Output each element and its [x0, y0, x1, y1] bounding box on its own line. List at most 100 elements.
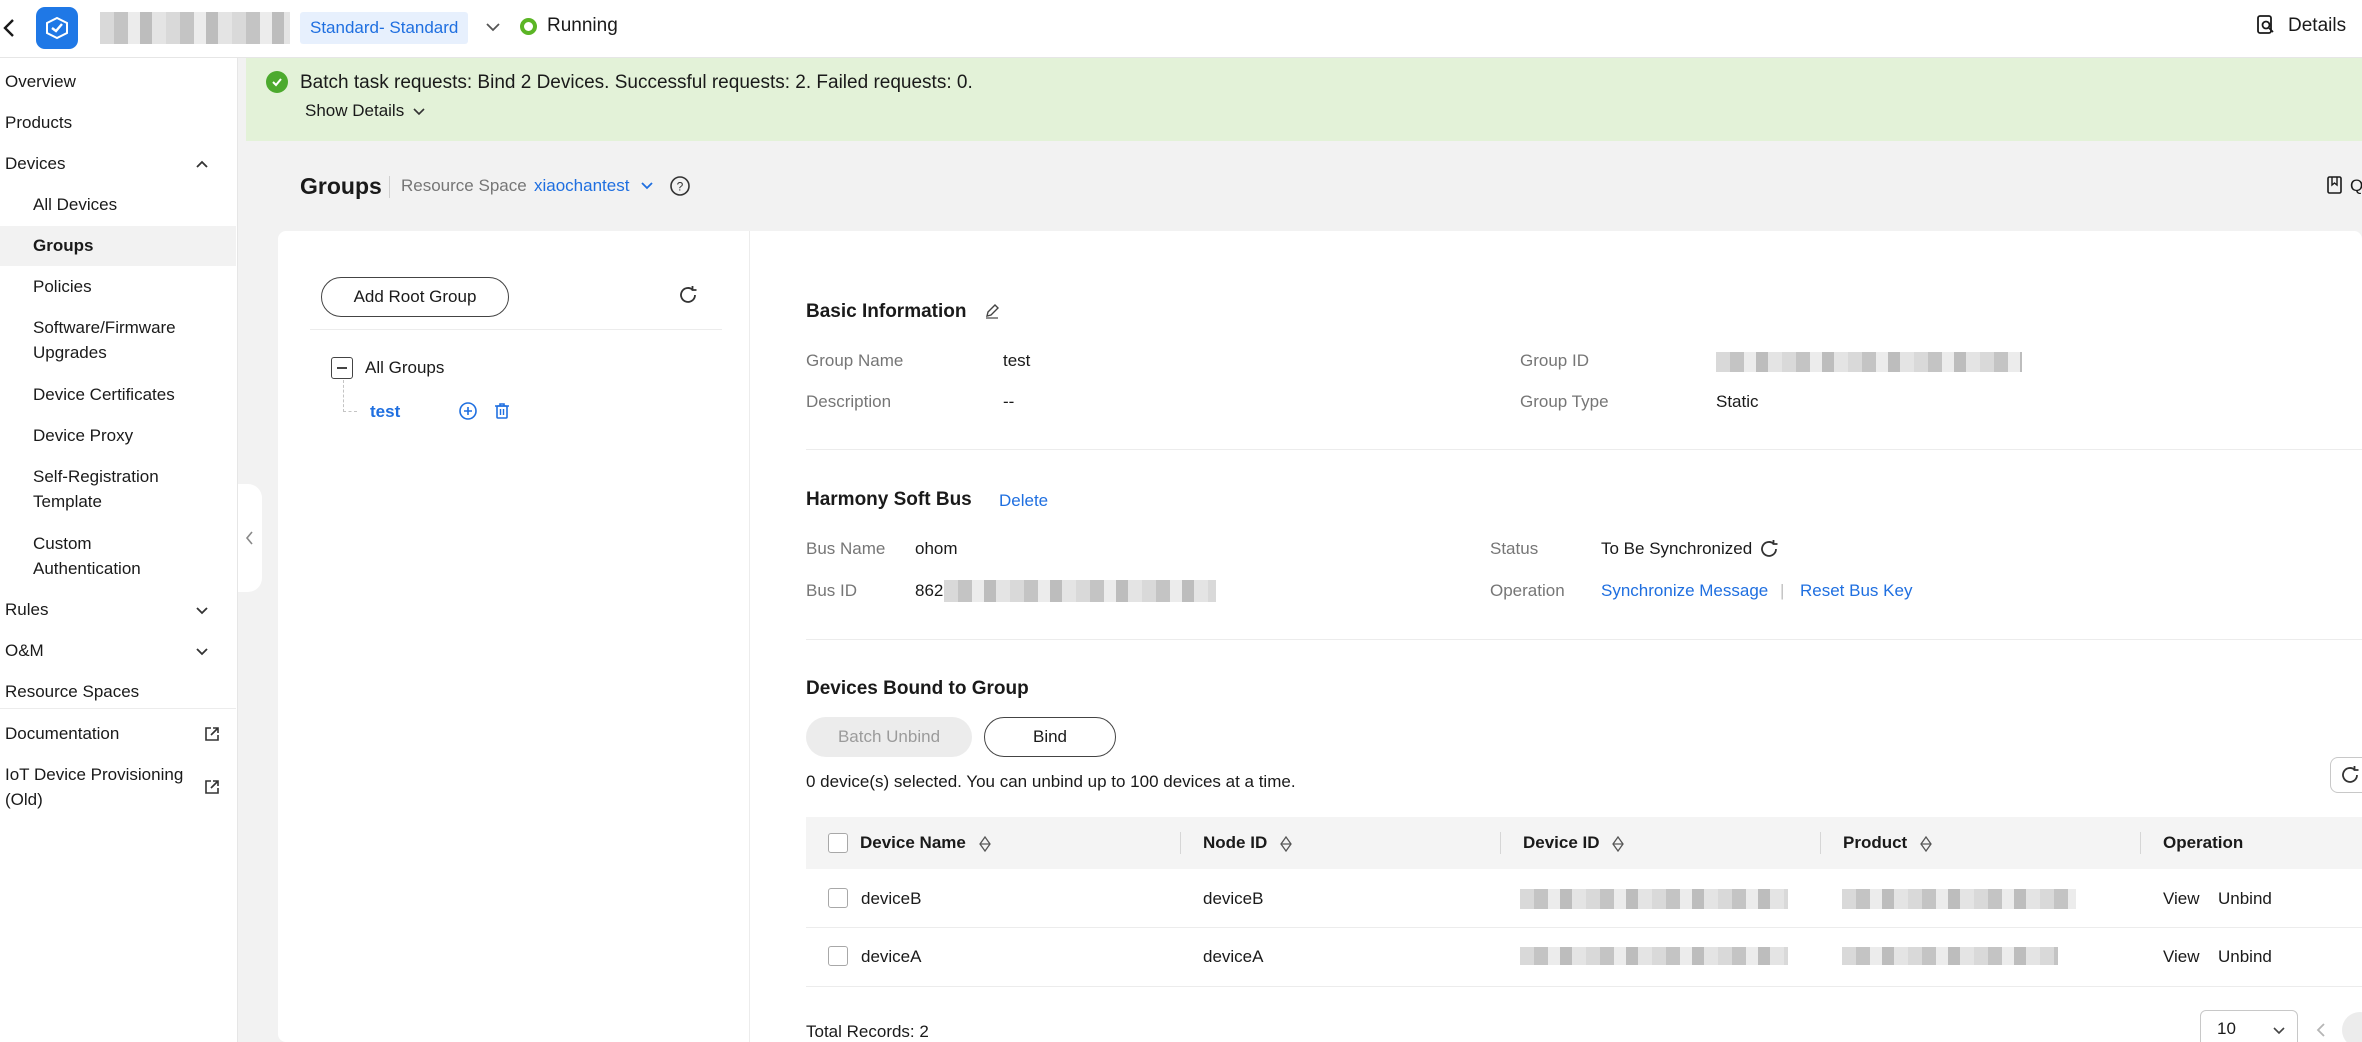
add-root-group-button[interactable]: Add Root Group	[321, 277, 509, 317]
sidebar-item-groups[interactable]: Groups	[0, 226, 236, 266]
resource-space-select[interactable]: xiaochantest	[534, 176, 629, 196]
add-child-group-icon[interactable]	[458, 401, 478, 421]
sidebar-collapse-handle[interactable]	[238, 484, 262, 592]
sidebar-divider	[0, 708, 236, 709]
view-device-link[interactable]: View	[2163, 947, 2200, 967]
section-divider	[806, 639, 2362, 640]
selection-note: 0 device(s) selected. You can unbind up …	[806, 772, 1296, 791]
sidebar-item-products[interactable]: Products	[0, 103, 236, 143]
column-device-id[interactable]: Device ID	[1523, 817, 1625, 869]
column-operation: Operation	[2163, 817, 2243, 869]
svg-text:?: ?	[677, 180, 684, 194]
sidebar-item-resource-spaces[interactable]: Resource Spaces	[0, 672, 236, 712]
sidebar-item-documentation[interactable]: Documentation	[0, 714, 236, 754]
unbind-device-link[interactable]: Unbind	[2218, 889, 2272, 909]
chevron-left-icon	[245, 531, 253, 545]
batch-unbind-button[interactable]: Batch Unbind	[806, 717, 972, 757]
sidebar-item-label: Software/Firmware Upgrades	[33, 318, 176, 362]
sidebar-item-label: Device Proxy	[33, 426, 134, 445]
sidebar-item-upgrades[interactable]: Software/Firmware Upgrades	[0, 314, 236, 366]
tree-collapse-icon[interactable]	[331, 357, 353, 379]
group-id-label: Group ID	[1520, 351, 1589, 370]
description-value: --	[1003, 392, 1015, 411]
success-banner	[246, 58, 2362, 141]
sidebar-item-label: O&M	[5, 641, 44, 660]
reset-bus-key-link[interactable]: Reset Bus Key	[1800, 581, 1912, 601]
device-name-cell: deviceB	[861, 889, 922, 908]
edit-icon[interactable]	[983, 302, 1001, 320]
refresh-icon	[2342, 766, 2359, 783]
tree-node-test[interactable]: test	[370, 402, 400, 422]
show-details-label: Show Details	[305, 101, 405, 120]
page-size-select[interactable]: 10	[2200, 1010, 2298, 1042]
sidebar-item-device-certificates[interactable]: Device Certificates	[0, 375, 236, 415]
operation-separator: |	[1780, 581, 1785, 600]
select-all-checkbox[interactable]	[828, 833, 848, 853]
status-value: To Be Synchronized	[1601, 539, 1753, 558]
status-label: Status	[1490, 539, 1539, 558]
sidebar-item-label: All Devices	[33, 195, 118, 214]
devices-bound-title: Devices Bound to Group	[806, 678, 1029, 699]
column-product[interactable]: Product	[1843, 817, 1932, 869]
sidebar-item-policies[interactable]: Policies	[0, 267, 236, 307]
bus-id-label: Bus ID	[806, 581, 858, 600]
sidebar-item-iot-provisioning[interactable]: IoT Device Provisioning (Old)	[0, 761, 236, 813]
sidebar-item-rules[interactable]: Rules	[0, 590, 236, 630]
sidebar-item-self-registration[interactable]: Self-Registration Template	[0, 463, 236, 515]
node-id-cell: deviceA	[1203, 947, 1264, 966]
banner-message: Batch task requests: Bind 2 Devices. Suc…	[300, 72, 973, 93]
sidebar-item-device-proxy[interactable]: Device Proxy	[0, 416, 236, 456]
device-name-cell: deviceA	[861, 947, 922, 966]
chevron-down-icon	[2273, 1027, 2285, 1035]
column-separator	[2140, 832, 2141, 854]
device-id-redacted	[1520, 947, 1788, 965]
prev-page-icon[interactable]	[2314, 1020, 2328, 1040]
synchronize-message-link[interactable]: Synchronize Message	[1601, 581, 1768, 601]
table-header: Device Name Node ID Device ID Product Op…	[806, 817, 2362, 869]
sidebar-item-devices[interactable]: Devices	[0, 144, 236, 184]
edition-badge: Standard- Standard	[300, 12, 469, 44]
back-arrow-icon[interactable]	[2, 16, 18, 40]
row-checkbox[interactable]	[828, 946, 848, 966]
external-link-icon	[205, 780, 219, 794]
section-divider	[806, 449, 2362, 450]
resource-space-dropdown-icon[interactable]	[639, 178, 655, 194]
total-records: Total Records: 2	[806, 1022, 929, 1041]
product-redacted	[1842, 889, 2076, 909]
delete-soft-bus-link[interactable]: Delete	[999, 491, 1048, 511]
sidebar-item-all-devices[interactable]: All Devices	[0, 185, 236, 225]
unbind-device-link[interactable]: Unbind	[2218, 947, 2272, 967]
description-label: Description	[806, 392, 892, 411]
instance-dropdown-icon[interactable]	[484, 18, 502, 36]
sidebar-item-label: Devices	[5, 154, 66, 173]
help-icon[interactable]: ?	[669, 175, 691, 197]
header-divider	[389, 176, 390, 198]
details-icon[interactable]	[2256, 14, 2276, 36]
bind-button[interactable]: Bind	[984, 717, 1116, 757]
table-row: deviceB deviceB View Unbind	[806, 869, 2362, 927]
view-device-link[interactable]: View	[2163, 889, 2200, 909]
header-right-action[interactable]: Q	[2350, 176, 2362, 196]
sidebar-item-label: Custom Authentication	[33, 534, 141, 578]
show-details-toggle[interactable]: Show Details	[305, 101, 426, 121]
delete-group-icon[interactable]	[492, 401, 512, 421]
chevron-up-icon	[196, 160, 208, 168]
column-label: Product	[1843, 833, 1908, 852]
sidebar-item-custom-auth[interactable]: Custom Authentication	[0, 530, 236, 582]
tree-refresh-icon[interactable]	[677, 284, 699, 306]
column-node-id[interactable]: Node ID	[1203, 817, 1292, 869]
tree-node-all-groups[interactable]: All Groups	[365, 358, 444, 378]
details-link[interactable]: Details	[2288, 15, 2346, 37]
table-row: deviceA deviceA View Unbind	[806, 928, 2362, 986]
sidebar-item-overview[interactable]: Overview	[0, 62, 236, 102]
table-refresh-button[interactable]	[2330, 757, 2362, 793]
sidebar-item-om[interactable]: O&M	[0, 631, 236, 671]
group-name-value: test	[1003, 351, 1031, 370]
bus-name-value: ohom	[915, 539, 958, 558]
book-icon[interactable]	[2326, 175, 2344, 195]
status-refresh-icon[interactable]	[1758, 538, 1780, 560]
sidebar-item-label: Products	[5, 113, 73, 132]
column-device-name[interactable]: Device Name	[860, 817, 991, 869]
row-checkbox[interactable]	[828, 888, 848, 908]
app-logo-icon	[36, 7, 78, 49]
